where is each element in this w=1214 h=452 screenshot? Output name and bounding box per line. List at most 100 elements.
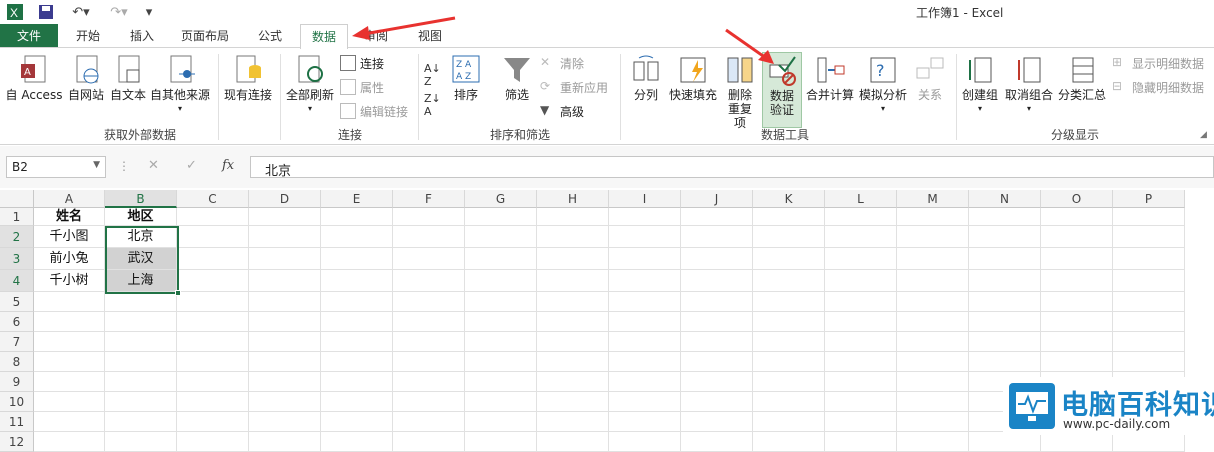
tab-data[interactable]: 数据: [300, 24, 348, 49]
cell-G1[interactable]: [465, 208, 537, 226]
cancel-icon[interactable]: ✕: [148, 158, 159, 173]
cell-D12[interactable]: [249, 432, 321, 452]
cell-P4[interactable]: [1113, 270, 1185, 292]
cell-N2[interactable]: [969, 226, 1041, 248]
cell-M7[interactable]: [897, 332, 969, 352]
cell-K3[interactable]: [753, 248, 825, 270]
cell-A7[interactable]: [34, 332, 105, 352]
cell-C11[interactable]: [177, 412, 249, 432]
cell-E1[interactable]: [321, 208, 393, 226]
text-to-columns-button[interactable]: 分列: [626, 54, 666, 102]
cell-A3[interactable]: 前小兔: [34, 248, 105, 270]
cell-E2[interactable]: [321, 226, 393, 248]
cell-M1[interactable]: [897, 208, 969, 226]
cell-B12[interactable]: [105, 432, 177, 452]
properties-button[interactable]: 属性: [340, 76, 384, 98]
cell-P2[interactable]: [1113, 226, 1185, 248]
cell-D3[interactable]: [249, 248, 321, 270]
row-header[interactable]: 6: [0, 312, 34, 332]
cell-I7[interactable]: [609, 332, 681, 352]
cell-N4[interactable]: [969, 270, 1041, 292]
cell-B6[interactable]: [105, 312, 177, 332]
row-header[interactable]: 8: [0, 352, 34, 372]
cell-G3[interactable]: [465, 248, 537, 270]
row-header[interactable]: 3: [0, 248, 34, 270]
undo-icon[interactable]: ↶▾: [66, 3, 96, 21]
cell-A5[interactable]: [34, 292, 105, 312]
cell-F4[interactable]: [393, 270, 465, 292]
cell-G2[interactable]: [465, 226, 537, 248]
cell-N3[interactable]: [969, 248, 1041, 270]
cell-J5[interactable]: [681, 292, 753, 312]
cell-O6[interactable]: [1041, 312, 1113, 332]
edit-links-button[interactable]: 编辑链接: [340, 100, 408, 122]
column-header[interactable]: L: [825, 190, 897, 208]
row-header[interactable]: 10: [0, 392, 34, 412]
cell-P7[interactable]: [1113, 332, 1185, 352]
consolidate-button[interactable]: 合并计算: [804, 54, 856, 102]
cell-F12[interactable]: [393, 432, 465, 452]
flash-fill-button[interactable]: 快速填充: [668, 54, 718, 102]
column-header[interactable]: N: [969, 190, 1041, 208]
cell-O3[interactable]: [1041, 248, 1113, 270]
cell-A11[interactable]: [34, 412, 105, 432]
cell-P1[interactable]: [1113, 208, 1185, 226]
cell-B1[interactable]: 地区: [105, 208, 177, 226]
cell-O4[interactable]: [1041, 270, 1113, 292]
row-header[interactable]: 9: [0, 372, 34, 392]
cell-D7[interactable]: [249, 332, 321, 352]
cell-H7[interactable]: [537, 332, 609, 352]
cell-L7[interactable]: [825, 332, 897, 352]
cell-A4[interactable]: 千小树: [34, 270, 105, 292]
cell-B11[interactable]: [105, 412, 177, 432]
cell-M4[interactable]: [897, 270, 969, 292]
cell-I9[interactable]: [609, 372, 681, 392]
cell-D8[interactable]: [249, 352, 321, 372]
cell-E7[interactable]: [321, 332, 393, 352]
cell-H9[interactable]: [537, 372, 609, 392]
cell-K11[interactable]: [753, 412, 825, 432]
tab-page-layout[interactable]: 页面布局: [172, 24, 238, 48]
cell-E6[interactable]: [321, 312, 393, 332]
select-all-corner[interactable]: [0, 190, 34, 208]
advanced-filter-button[interactable]: ▼ 高级: [540, 100, 584, 122]
cell-M5[interactable]: [897, 292, 969, 312]
cell-H2[interactable]: [537, 226, 609, 248]
cell-F9[interactable]: [393, 372, 465, 392]
existing-connections-button[interactable]: 现有连接: [222, 54, 274, 102]
cell-J11[interactable]: [681, 412, 753, 432]
cell-G11[interactable]: [465, 412, 537, 432]
cell-B9[interactable]: [105, 372, 177, 392]
cell-F2[interactable]: [393, 226, 465, 248]
row-header[interactable]: 11: [0, 412, 34, 432]
cell-C1[interactable]: [177, 208, 249, 226]
cell-D9[interactable]: [249, 372, 321, 392]
cell-B7[interactable]: [105, 332, 177, 352]
cell-N1[interactable]: [969, 208, 1041, 226]
cell-E9[interactable]: [321, 372, 393, 392]
cell-F3[interactable]: [393, 248, 465, 270]
cell-E12[interactable]: [321, 432, 393, 452]
column-header[interactable]: D: [249, 190, 321, 208]
show-detail-button[interactable]: ⊞ 显示明细数据: [1112, 52, 1204, 74]
group-button[interactable]: 创建组 ▾: [960, 54, 1000, 116]
column-header[interactable]: A: [34, 190, 105, 208]
cell-M9[interactable]: [897, 372, 969, 392]
cell-L5[interactable]: [825, 292, 897, 312]
cell-G9[interactable]: [465, 372, 537, 392]
cell-B5[interactable]: [105, 292, 177, 312]
cell-C2[interactable]: [177, 226, 249, 248]
cell-N7[interactable]: [969, 332, 1041, 352]
cell-O1[interactable]: [1041, 208, 1113, 226]
cell-J1[interactable]: [681, 208, 753, 226]
sort-button[interactable]: Z AA Z 排序: [450, 54, 482, 102]
from-access-button[interactable]: A 自 Access: [4, 54, 64, 102]
cell-L6[interactable]: [825, 312, 897, 332]
cell-N12[interactable]: [969, 432, 1041, 452]
cell-J6[interactable]: [681, 312, 753, 332]
cell-A12[interactable]: [34, 432, 105, 452]
cell-L3[interactable]: [825, 248, 897, 270]
row-header[interactable]: 12: [0, 432, 34, 452]
cell-O8[interactable]: [1041, 352, 1113, 372]
cell-A9[interactable]: [34, 372, 105, 392]
